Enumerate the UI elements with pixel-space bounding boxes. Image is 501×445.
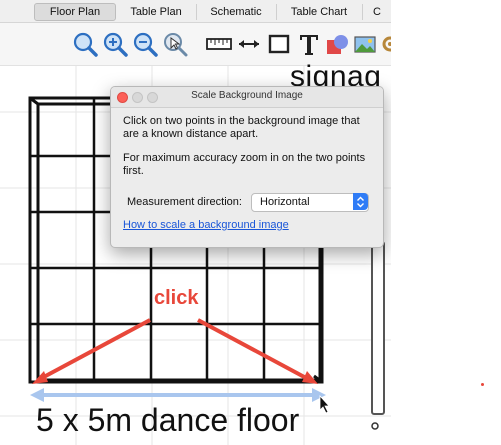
shapes-icon[interactable] — [322, 29, 352, 59]
measurement-direction-row: Measurement direction: Horizontal — [127, 193, 377, 212]
measure-arrow-icon[interactable] — [234, 29, 264, 59]
dance-floor-label: 5 x 5m dance floor — [36, 402, 300, 438]
click-annotation: click — [154, 287, 199, 309]
tab-floor-plan[interactable]: Floor Plan — [34, 3, 116, 21]
instruction-text-2: For maximum accuracy zoom in on the two … — [123, 152, 366, 177]
zoom-in-icon[interactable] — [100, 29, 130, 59]
dialog-title: Scale Background Image — [191, 90, 303, 101]
rectangle-icon[interactable] — [264, 29, 294, 59]
tab-table-chart[interactable]: Table Chart — [276, 4, 363, 20]
measurement-direction-value: Horizontal — [260, 196, 310, 208]
dialog-title-bar[interactable]: Scale Background Image — [111, 87, 383, 108]
zoom-fit-icon[interactable] — [70, 29, 100, 59]
measurement-direction-select[interactable]: Horizontal — [251, 193, 369, 212]
measurement-direction-label: Measurement direction: — [127, 196, 242, 208]
tab-table-plan[interactable]: Table Plan — [116, 4, 197, 20]
app-window: Floor Plan Table Plan Schematic Table Ch… — [0, 0, 391, 445]
stray-marker — [481, 383, 484, 386]
zoom-select-icon[interactable] — [160, 29, 190, 59]
chevron-updown-icon[interactable] — [353, 193, 368, 210]
dialog-body: Click on two points in the background im… — [123, 115, 375, 189]
text-icon[interactable] — [294, 29, 324, 59]
ruler-icon[interactable] — [204, 29, 234, 59]
tab-schematic[interactable]: Schematic — [196, 4, 277, 20]
tab-bar: Floor Plan Table Plan Schematic Table Ch… — [0, 0, 391, 23]
scale-background-dialog: Scale Background Image Click on two poin… — [110, 86, 384, 248]
zoom-out-icon[interactable] — [130, 29, 160, 59]
help-link[interactable]: How to scale a background image — [123, 219, 289, 231]
tab-c[interactable]: C — [362, 4, 391, 20]
gear-icon[interactable] — [376, 29, 391, 59]
instruction-text-1: Click on two points in the background im… — [123, 115, 360, 140]
